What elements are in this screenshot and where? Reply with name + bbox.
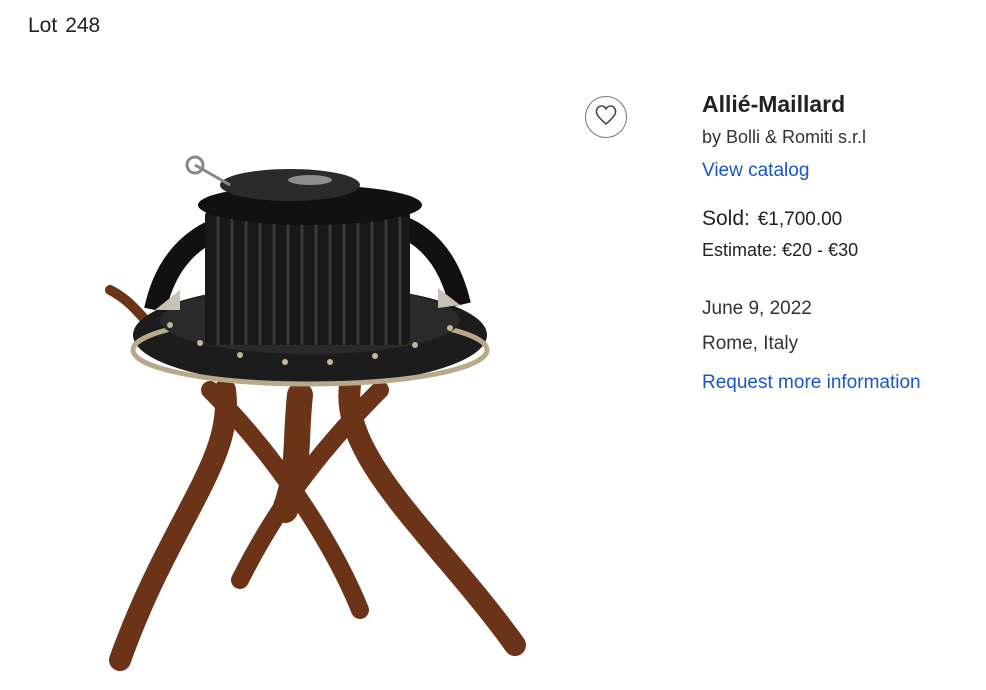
lot-number: 248 — [65, 14, 101, 37]
lot-details: Allié-Maillard by Bolli & Romiti s.r.l V… — [702, 90, 972, 394]
auction-location: Rome, Italy — [702, 333, 799, 354]
sold-price: Sold: €1,700.00 — [702, 206, 972, 233]
lot-title: Allié-Maillard — [702, 91, 846, 117]
auction-house: by Bolli & Romiti s.r.l — [702, 127, 867, 147]
sold-value: €1,700.00 — [757, 209, 843, 230]
typewriter-photo — [105, 155, 526, 671]
sold-label: Sold: — [702, 207, 750, 230]
favorite-button[interactable] — [585, 96, 627, 138]
request-info-link[interactable]: Request more information — [702, 372, 921, 394]
auction-date: June 9, 2022 — [702, 298, 812, 319]
view-catalog-link[interactable]: View catalog — [702, 160, 809, 182]
estimate: Estimate: €20 - €30 — [702, 240, 859, 260]
lot-image[interactable] — [60, 140, 540, 685]
heart-icon — [594, 104, 618, 131]
lot-label-text: Lot — [28, 14, 58, 37]
lot-label: Lot 248 — [28, 14, 100, 38]
